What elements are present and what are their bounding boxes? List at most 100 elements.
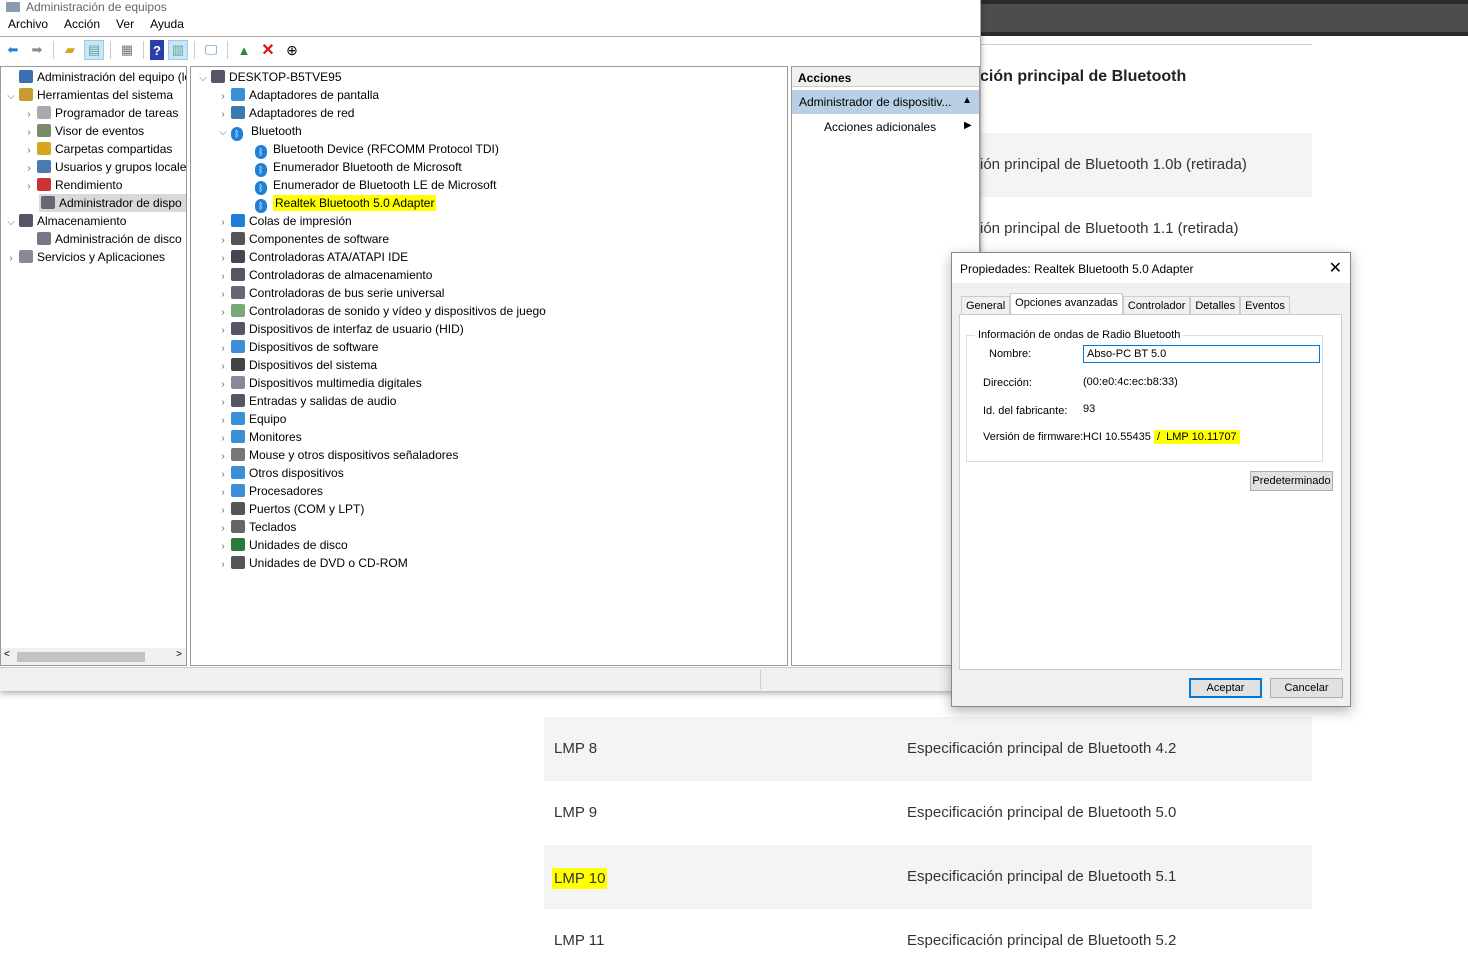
device-category[interactable]: › Controladoras ATA/ATAPI IDE bbox=[217, 248, 408, 266]
device-category[interactable]: ⌵ ᛒ Bluetooth bbox=[217, 122, 302, 142]
chevron-right-icon[interactable]: › bbox=[5, 250, 17, 268]
chevron-right-icon[interactable]: › bbox=[217, 556, 229, 574]
tree-item[interactable]: ⌵ Almacenamiento bbox=[5, 212, 126, 230]
scan-hardware-icon[interactable]: 🖵 bbox=[201, 40, 221, 60]
disable-device-icon[interactable]: ⊕ bbox=[282, 40, 302, 60]
cancel-button[interactable]: Cancelar bbox=[1270, 678, 1343, 698]
default-button[interactable]: Predeterminado bbox=[1250, 471, 1333, 491]
device-item[interactable]: ᛒ Bluetooth Device (RFCOMM Protocol TDI) bbox=[253, 140, 499, 159]
tree-item[interactable]: › Usuarios y grupos locale bbox=[23, 158, 186, 176]
tree-item[interactable]: › Programador de tareas bbox=[23, 104, 178, 122]
menu-ver[interactable]: Ver bbox=[108, 15, 142, 35]
device-category[interactable]: › Unidades de disco bbox=[217, 536, 348, 554]
device-category[interactable]: › Dispositivos multimedia digitales bbox=[217, 374, 422, 392]
tree-item[interactable]: Administrador de dispo bbox=[39, 194, 186, 212]
update-driver-icon[interactable]: ▲ bbox=[234, 40, 254, 60]
device-category[interactable]: › Procesadores bbox=[217, 482, 323, 500]
device-category[interactable]: › Componentes de software bbox=[217, 230, 389, 248]
device-category[interactable]: › Dispositivos de interfaz de usuario (HI… bbox=[217, 320, 464, 338]
back-arrow-icon[interactable]: ⬅ bbox=[3, 40, 23, 60]
device-category[interactable]: › Monitores bbox=[217, 428, 302, 446]
collapse-icon[interactable]: ▲ bbox=[962, 95, 972, 106]
action-device-manager[interactable]: Administrador de dispositiv... ▲ bbox=[792, 90, 979, 114]
chevron-down-icon[interactable]: ⌵ bbox=[217, 124, 229, 142]
bluetooth-icon: ᛒ bbox=[255, 199, 267, 213]
tree-item-label: Mouse y otros dispositivos señaladores bbox=[249, 448, 459, 462]
device-category-icon bbox=[231, 286, 245, 299]
tree-item-label: Unidades de DVD o CD-ROM bbox=[249, 556, 408, 570]
tab-events[interactable]: Eventos bbox=[1240, 296, 1290, 315]
tree-item-label: Bluetooth bbox=[251, 124, 302, 138]
tree-item[interactable]: ⌵ Herramientas del sistema bbox=[5, 86, 173, 104]
device-category[interactable]: › Dispositivos de software bbox=[217, 338, 378, 356]
horizontal-scrollbar[interactable]: < > bbox=[1, 648, 186, 665]
device-category[interactable]: › Adaptadores de pantalla bbox=[217, 86, 379, 104]
tree-item-label: Realtek Bluetooth 5.0 Adapter bbox=[273, 195, 437, 211]
up-folder-icon[interactable]: ▰ bbox=[60, 40, 80, 60]
name-label: Nombre: bbox=[989, 348, 1032, 360]
show-action-pane-icon[interactable]: ▥ bbox=[168, 40, 188, 60]
device-category-icon bbox=[231, 88, 245, 101]
tab-driver[interactable]: Controlador bbox=[1122, 296, 1191, 315]
tab-general[interactable]: General bbox=[961, 296, 1011, 315]
tree-item-label: Procesadores bbox=[249, 484, 324, 498]
ok-button[interactable]: Aceptar bbox=[1189, 678, 1262, 698]
address-value: (00:e0:4c:ec:b8:33) bbox=[1083, 376, 1178, 388]
name-input[interactable] bbox=[1083, 345, 1320, 363]
menu-accion[interactable]: Acción bbox=[56, 15, 108, 35]
tab-details[interactable]: Detalles bbox=[1190, 296, 1241, 315]
divider bbox=[980, 44, 1312, 45]
show-hide-tree-icon[interactable]: ▤ bbox=[84, 40, 104, 60]
device-category[interactable]: › Controladoras de bus serie universal bbox=[217, 284, 444, 302]
device-item[interactable]: ᛒ Realtek Bluetooth 5.0 Adapter bbox=[253, 194, 437, 213]
device-category[interactable]: › Equipo bbox=[217, 410, 286, 428]
actions-header: Acciones bbox=[792, 67, 979, 87]
spec-cell: Especificación principal de Bluetooth 4.… bbox=[907, 740, 1177, 757]
device-category-icon bbox=[231, 268, 245, 281]
properties-icon[interactable]: ▦ bbox=[117, 40, 137, 60]
device-category[interactable]: › Mouse y otros dispositivos señaladores bbox=[217, 446, 458, 464]
device-category[interactable]: › Teclados bbox=[217, 518, 296, 536]
tree-item[interactable]: Administración de disco bbox=[23, 230, 182, 248]
uninstall-icon[interactable]: ✕ bbox=[258, 40, 278, 60]
device-category[interactable]: › Controladoras de sonido y vídeo y dispo… bbox=[217, 302, 546, 320]
tree-item[interactable]: › Rendimiento bbox=[23, 176, 122, 194]
device-category[interactable]: › Unidades de DVD o CD-ROM bbox=[217, 554, 408, 572]
action-more-actions[interactable]: Acciones adicionales ▶ bbox=[824, 120, 972, 134]
device-tree-root[interactable]: ⌵ DESKTOP-B5TVE95 bbox=[197, 68, 342, 86]
device-category[interactable]: › Entradas y salidas de audio bbox=[217, 392, 396, 410]
device-category-icon bbox=[231, 538, 245, 551]
chevron-down-icon[interactable]: ⌵ bbox=[197, 70, 209, 88]
menu-archivo[interactable]: Archivo bbox=[0, 15, 56, 35]
tree-node-icon bbox=[41, 196, 55, 209]
tree-node-icon bbox=[19, 214, 33, 227]
chevron-down-icon[interactable]: ⌵ bbox=[5, 214, 17, 232]
device-category[interactable]: › Adaptadores de red bbox=[217, 104, 354, 122]
tree-item[interactable]: › Carpetas compartidas bbox=[23, 140, 172, 158]
device-category-icon bbox=[231, 484, 245, 497]
spec-cell: ión principal de Bluetooth 1.1 (retirada… bbox=[980, 220, 1239, 237]
tree-item[interactable]: › Servicios y Aplicaciones bbox=[5, 248, 165, 266]
device-category[interactable]: › Dispositivos del sistema bbox=[217, 356, 377, 374]
chevron-right-icon[interactable]: › bbox=[23, 178, 35, 196]
device-item[interactable]: ᛒ Enumerador de Bluetooth LE de Microsoft bbox=[253, 176, 497, 195]
menu-ayuda[interactable]: Ayuda bbox=[142, 15, 192, 35]
tree-item-label: Herramientas del sistema bbox=[37, 88, 174, 102]
chevron-down-icon[interactable]: ⌵ bbox=[5, 88, 17, 106]
bluetooth-icon: ᛒ bbox=[255, 145, 267, 159]
device-item[interactable]: ᛒ Enumerador Bluetooth de Microsoft bbox=[253, 158, 462, 177]
device-category[interactable]: › Puertos (COM y LPT) bbox=[217, 500, 364, 518]
tree-item[interactable]: › Visor de eventos bbox=[23, 122, 144, 140]
device-category[interactable]: › Colas de impresión bbox=[217, 212, 352, 230]
firmware-value: HCI 10.55435 / LMP 10.11707 bbox=[1083, 430, 1240, 444]
device-category[interactable]: › Controladoras de almacenamiento bbox=[217, 266, 432, 284]
tab-advanced[interactable]: Opciones avanzadas bbox=[1010, 293, 1123, 315]
tree-item-label: Enumerador de Bluetooth LE de Microsoft bbox=[273, 178, 497, 192]
tree-item[interactable]: Administración del equipo (loc bbox=[5, 68, 186, 86]
device-category[interactable]: › Otros dispositivos bbox=[217, 464, 344, 482]
tree-item-label: Enumerador Bluetooth de Microsoft bbox=[273, 160, 462, 174]
help-icon[interactable]: ? bbox=[150, 40, 164, 60]
forward-arrow-icon[interactable]: ➡ bbox=[27, 40, 47, 60]
tree-item-label: Unidades de disco bbox=[249, 538, 348, 552]
close-icon[interactable]: ✕ bbox=[1329, 258, 1342, 278]
